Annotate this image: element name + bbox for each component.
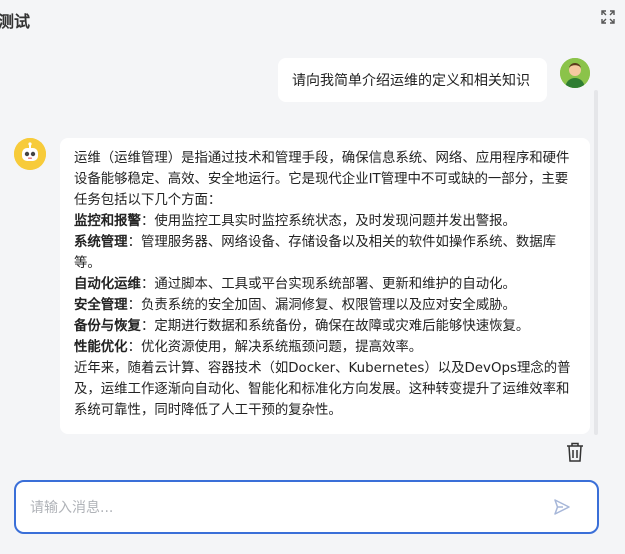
item-desc: ：通过脚本、工具或平台实现系统部署、更新和维护的自动化。 xyxy=(140,277,516,292)
item-term: 监控和报警 xyxy=(74,214,141,229)
message-input-box xyxy=(14,480,599,534)
item-desc: ：使用监控工具实时监控系统状态，及时发现问题并发出警报。 xyxy=(140,214,516,229)
item-desc: ：负责系统的安全加固、漏洞修复、权限管理以及应对安全威胁。 xyxy=(127,298,516,313)
list-item: 性能优化：优化资源使用，解决系统瓶颈问题，提高效率。 xyxy=(74,337,574,358)
item-term: 系统管理 xyxy=(74,235,128,250)
expand-icon[interactable] xyxy=(601,9,615,24)
user-message: 请向我简单介绍运维的定义和相关知识 xyxy=(278,58,547,102)
list-item: 监控和报警：使用监控工具实时监控系统状态，及时发现问题并发出警报。 xyxy=(74,211,574,232)
list-item: 自动化运维：通过脚本、工具或平台实现系统部署、更新和维护的自动化。 xyxy=(74,274,574,295)
bot-avatar xyxy=(14,138,46,170)
item-desc: ：优化资源使用，解决系统瓶颈问题，提高效率。 xyxy=(127,340,423,355)
item-term: 自动化运维 xyxy=(74,277,141,292)
bot-message-intro: 运维（运维管理）是指通过技术和管理手段，确保信息系统、网络、应用程序和硬件设备能… xyxy=(74,151,570,208)
bot-message-outro: 近年来，随着云计算、容器技术（如Docker、Kubernetes）以及DevO… xyxy=(74,361,571,418)
item-term: 备份与恢复 xyxy=(74,319,141,334)
list-item: 备份与恢复：定期进行数据和系统备份，确保在故障或灾难后能够快速恢复。 xyxy=(74,316,574,337)
user-avatar xyxy=(560,58,590,88)
header: 测试 xyxy=(0,0,625,34)
item-term: 安全管理 xyxy=(74,298,128,313)
send-icon[interactable] xyxy=(553,498,571,516)
list-item: 系统管理：管理服务器、网络设备、存储设备以及相关的软件如操作系统、数据库等。 xyxy=(74,232,574,274)
page-title: 测试 xyxy=(0,12,31,31)
bot-message: 运维（运维管理）是指通过技术和管理手段，确保信息系统、网络、应用程序和硬件设备能… xyxy=(60,138,590,434)
item-desc: ：管理服务器、网络设备、存储设备以及相关的软件如操作系统、数据库等。 xyxy=(74,235,557,271)
chat-scrollbar[interactable] xyxy=(594,90,598,435)
trash-icon[interactable] xyxy=(566,442,584,462)
message-input[interactable] xyxy=(28,496,532,520)
item-term: 性能优化 xyxy=(74,340,128,355)
list-item: 安全管理：负责系统的安全加固、漏洞修复、权限管理以及应对安全威胁。 xyxy=(74,295,574,316)
item-desc: ：定期进行数据和系统备份，确保在故障或灾难后能够快速恢复。 xyxy=(140,319,530,334)
